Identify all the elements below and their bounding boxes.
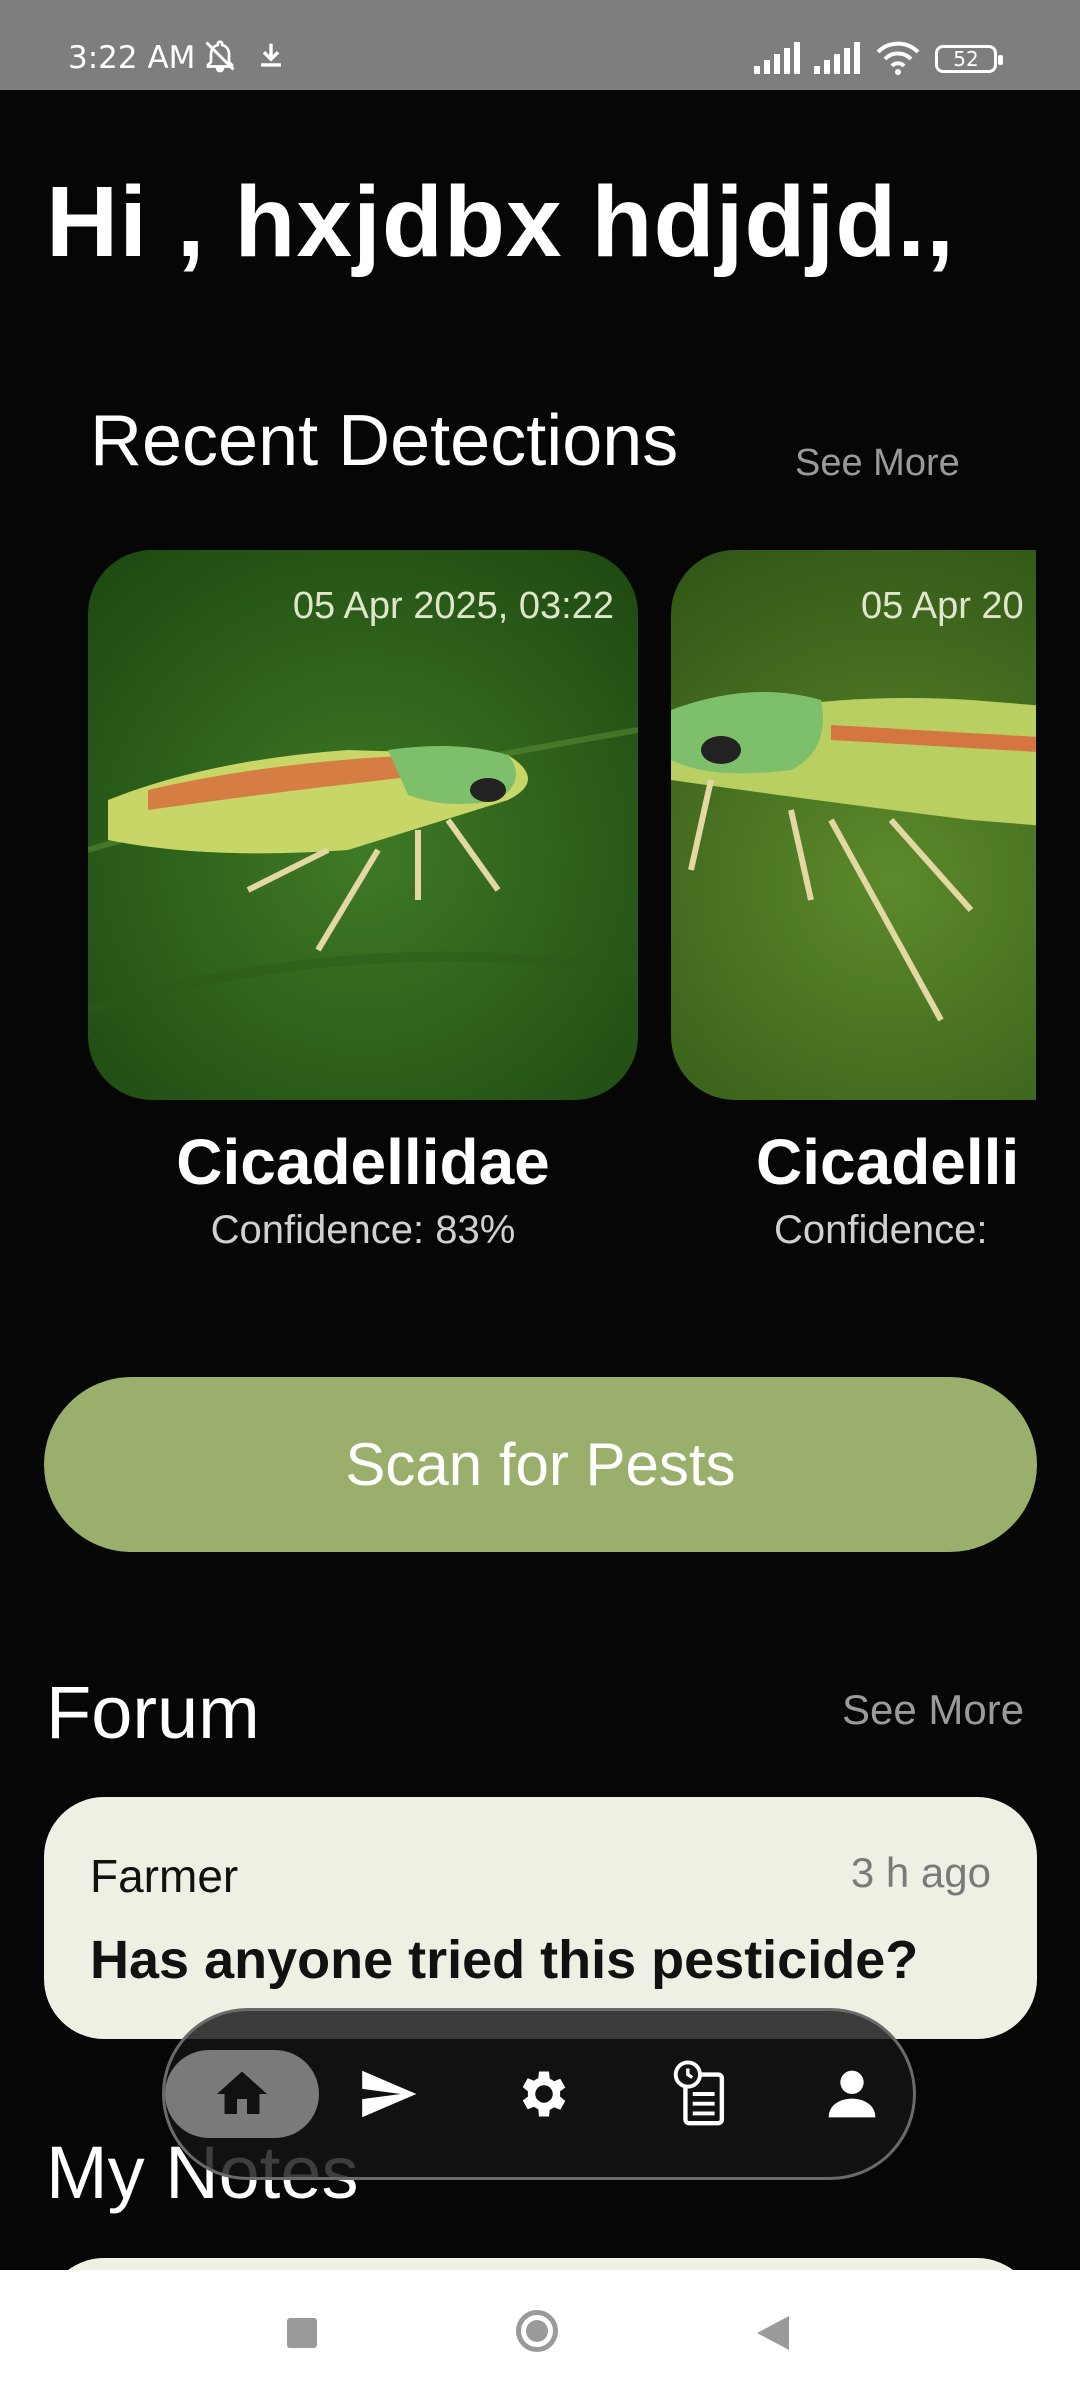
- detection-card[interactable]: 05 Apr 20 Cicadelli Confidence:: [671, 550, 1036, 1270]
- detection-name: Cicadellidae: [176, 1126, 550, 1198]
- nav-home-button[interactable]: [197, 2049, 287, 2139]
- profile-icon: [828, 2070, 876, 2118]
- forum-title: Forum: [46, 1671, 260, 1754]
- forum-post-text: Has anyone tried this pesticide?: [90, 1930, 919, 1990]
- nav-profile-button[interactable]: [807, 2049, 897, 2139]
- nav-send-button[interactable]: [343, 2049, 433, 2139]
- detection-confidence: Confidence: 83%: [210, 1208, 516, 1252]
- status-time: 3:22 AM: [68, 40, 196, 76]
- home-icon: [217, 2071, 267, 2114]
- signal-icon: [754, 42, 800, 74]
- signal-icon-2: [814, 42, 860, 74]
- battery-icon: 52: [935, 45, 1003, 73]
- greeting-title: Hi , hxjdbx hdjdjd.,: [46, 166, 955, 278]
- status-bar: 3:22 AM 52: [0, 0, 1080, 90]
- home-circle-icon[interactable]: [516, 2310, 558, 2352]
- forum-post-time: 3 h ago: [850, 1849, 991, 1896]
- bottom-nav: [162, 2008, 916, 2180]
- detection-confidence: Confidence:: [774, 1208, 988, 1252]
- detection-card[interactable]: 05 Apr 2025, 03:22 Cicadellidae Confiden…: [88, 550, 638, 1270]
- forum-post-card[interactable]: Farmer 3 h ago Has anyone tried this pes…: [44, 1797, 1037, 2039]
- back-icon[interactable]: [755, 2314, 791, 2352]
- detection-name: Cicadelli: [756, 1126, 1020, 1198]
- scan-for-pests-button[interactable]: Scan for Pests: [44, 1377, 1037, 1552]
- detection-image: 05 Apr 2025, 03:22: [88, 550, 638, 1100]
- forum-see-more-link[interactable]: See More: [842, 1686, 1024, 1734]
- wifi-icon: [876, 41, 920, 75]
- recent-detections-carousel[interactable]: 05 Apr 2025, 03:22 Cicadellidae Confiden…: [0, 550, 1036, 1270]
- detection-date: 05 Apr 2025, 03:22: [292, 585, 614, 627]
- detection-image: 05 Apr 20: [671, 550, 1036, 1100]
- download-icon: [261, 43, 281, 67]
- system-nav-bar: [0, 2270, 1080, 2400]
- settings-icon: [522, 2071, 566, 2117]
- forum-post-author: Farmer: [90, 1850, 239, 1902]
- detection-date: 05 Apr 20: [861, 585, 1024, 627]
- recent-see-more-link[interactable]: See More: [795, 442, 960, 485]
- nav-history-button[interactable]: [655, 2049, 745, 2139]
- history-icon: [673, 2060, 725, 2126]
- bell-off-icon: [205, 40, 235, 73]
- send-icon: [362, 2070, 417, 2118]
- nav-settings-button[interactable]: [499, 2049, 589, 2139]
- recent-detections-title: Recent Detections: [90, 401, 679, 481]
- recent-apps-icon[interactable]: [287, 2318, 317, 2348]
